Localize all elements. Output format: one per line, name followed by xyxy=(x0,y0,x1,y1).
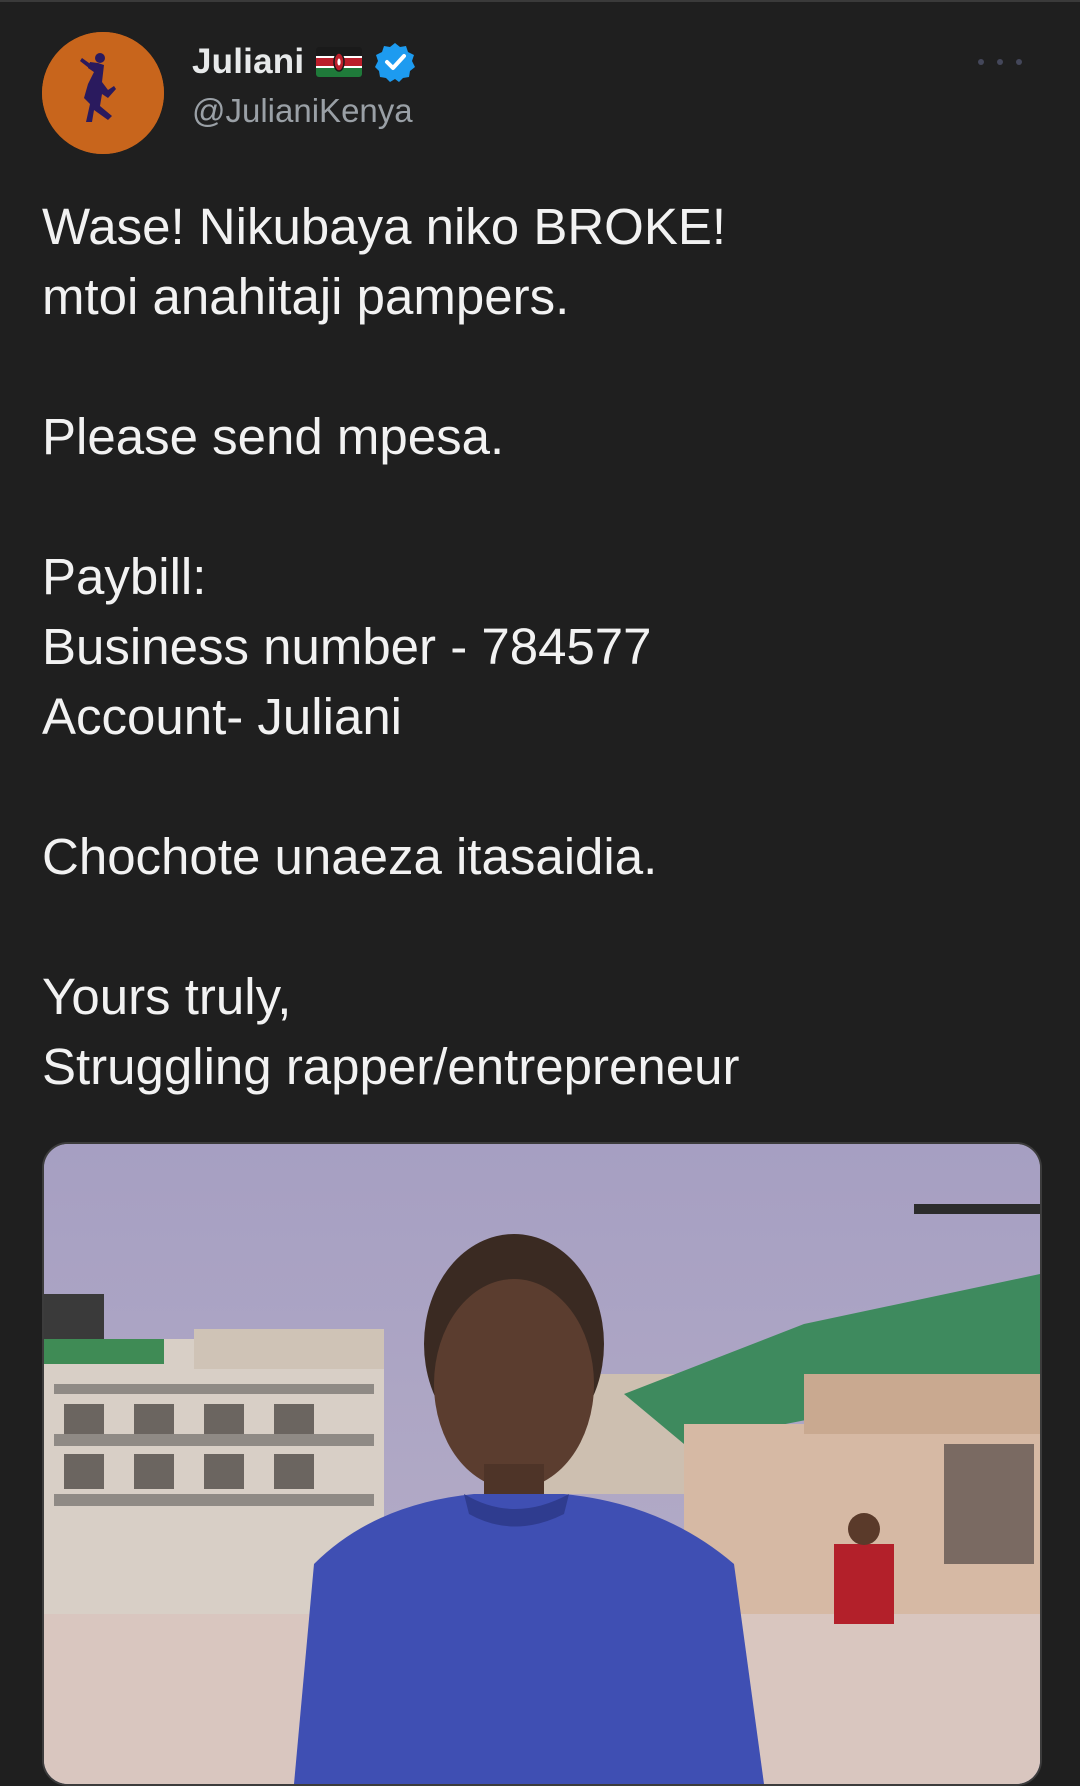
tweet-line: Business number - 784577 xyxy=(42,618,652,675)
top-divider xyxy=(0,0,1080,2)
tweet-line: Struggling rapper/entrepreneur xyxy=(42,1038,740,1095)
tweet-line: Yours truly, xyxy=(42,968,292,1025)
tweet-header: Juliani @JulianiKenya xyxy=(42,32,1042,154)
tweet-line: Please send mpesa. xyxy=(42,408,505,465)
tweet-line: Chochote unaeza itasaidia. xyxy=(42,828,658,885)
tweet-line: Paybill: xyxy=(42,548,207,605)
tweet-media-image[interactable] xyxy=(42,1142,1042,1786)
tweet-text: Wase! Nikubaya niko BROKE! mtoi anahitaj… xyxy=(42,192,1042,1102)
more-dot xyxy=(1016,59,1022,65)
display-name[interactable]: Juliani xyxy=(192,42,304,82)
tweet-line: Account- Juliani xyxy=(42,688,403,745)
more-options-icon[interactable] xyxy=(978,50,1022,74)
avatar-figure-icon xyxy=(42,32,164,154)
avatar[interactable] xyxy=(42,32,164,154)
photo-man-in-blue-shirt xyxy=(44,1144,1040,1784)
tweet-line: mtoi anahitaji pampers. xyxy=(42,268,570,325)
name-row: Juliani xyxy=(192,42,416,82)
tweet-line: Wase! Nikubaya niko BROKE! xyxy=(42,198,727,255)
more-dot xyxy=(997,59,1003,65)
author-handle[interactable]: @JulianiKenya xyxy=(192,92,413,130)
more-dot xyxy=(978,59,984,65)
verified-badge-icon xyxy=(375,43,416,82)
kenya-flag-icon xyxy=(316,47,363,77)
